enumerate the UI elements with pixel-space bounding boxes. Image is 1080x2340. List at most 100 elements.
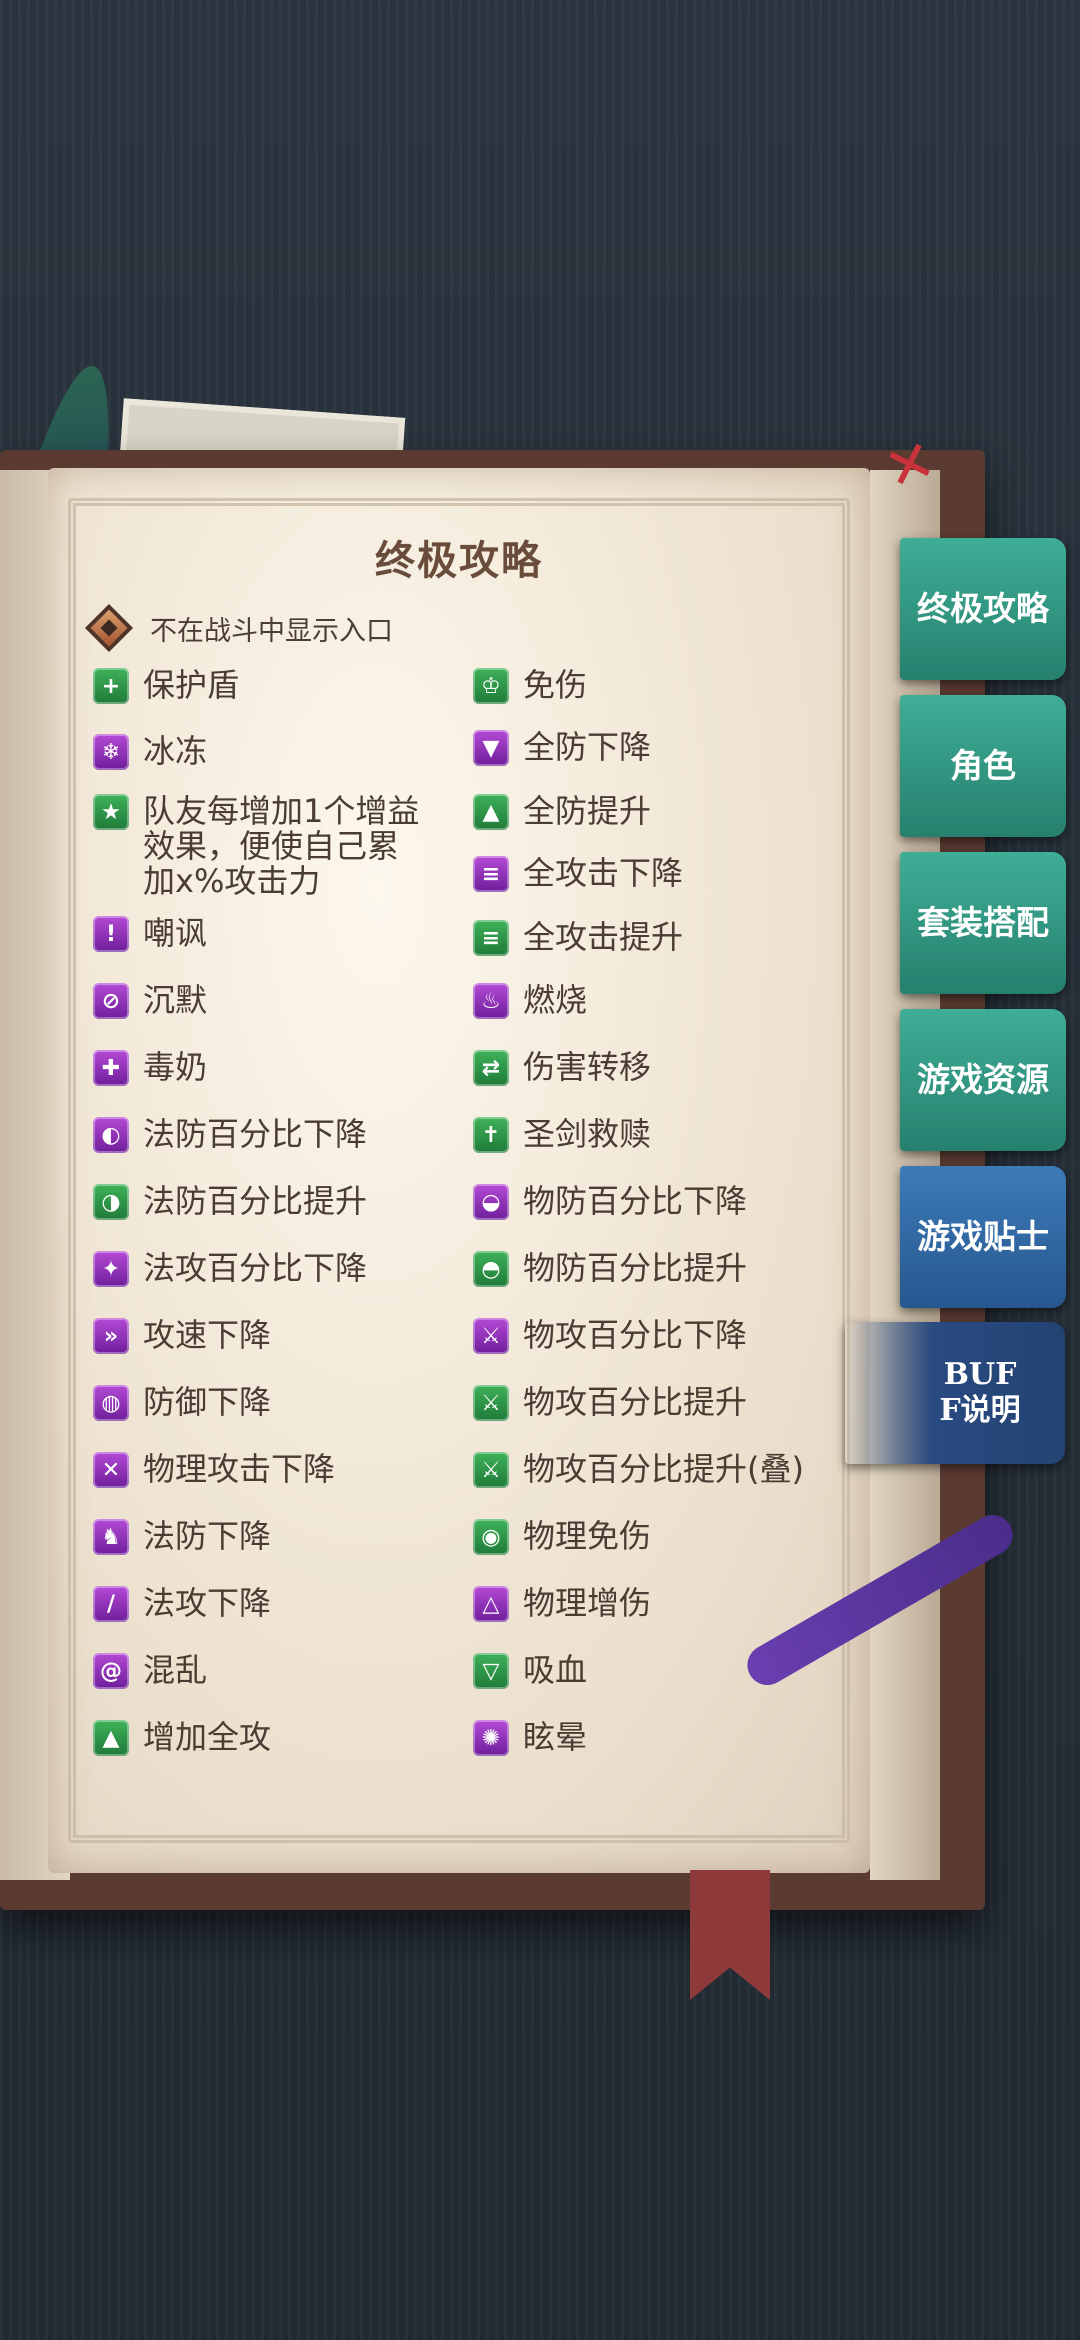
buff-item[interactable]: ★ 队友每增加1个增益效果，便使自己累加x%攻击力 [93,794,423,899]
buff-label: 物攻百分比提升(叠) [523,1450,804,1488]
physical-attack-down-icon: ⚔ [473,1318,509,1354]
buff-item[interactable]: ⚔ 物攻百分比下降 [473,1318,863,1354]
star-sword-icon: ★ [93,794,129,830]
tab-game-resources[interactable]: 游戏资源 [900,1009,1066,1151]
buff-label: 沉默 [143,981,208,1019]
flame-icon: ♨ [473,983,509,1019]
all-attack-down-icon: ≡ [473,856,509,892]
bookmark-ribbon-decoration [690,1870,770,2000]
magic-attack-down-icon: ✦ [93,1251,129,1287]
physical-immune-icon: ◉ [473,1519,509,1555]
hide-entry-toggle[interactable]: 不在战斗中显示入口 [78,598,393,658]
tab-set-combos[interactable]: 套装搭配 [900,852,1066,994]
damage-immune-icon: ♔ [473,668,509,704]
shield-up-icon: ▲ [93,1720,129,1756]
diamond-checkbox-icon[interactable] [84,603,134,653]
buff-item[interactable]: ✦ 法攻百分比下降 [93,1251,423,1287]
buff-item[interactable]: ▲ 增加全攻 [93,1720,423,1756]
buff-item[interactable]: ◑ 法防百分比提升 [93,1184,423,1220]
buff-label: 全攻击提升 [523,918,684,956]
buff-item[interactable]: ≡ 全攻击提升 [473,920,863,956]
buff-item[interactable]: » 攻速下降 [93,1318,423,1354]
magic-staff-icon: / [93,1586,129,1622]
buff-item[interactable]: ◒ 物防百分比下降 [473,1184,863,1220]
buff-item[interactable]: ♞ 法防下降 [93,1519,423,1555]
tab-ultimate-guide[interactable]: 终极攻略 [900,538,1066,680]
buff-label: 法防百分比提升 [143,1182,368,1220]
buff-label: 法防下降 [143,1517,272,1555]
buff-item[interactable]: + 保护盾 [93,668,423,704]
buff-item[interactable]: ⊘ 沉默 [93,983,423,1019]
buff-item[interactable]: ⚔ 物攻百分比提升(叠) [473,1452,883,1488]
crossed-swords-icon: ✕ [93,1452,129,1488]
tab-buff-info-label: BUFF说明 [939,1357,1021,1428]
buff-label: 物理免伤 [523,1517,652,1555]
toggle-label: 不在战斗中显示入口 [150,615,393,647]
buff-item[interactable]: ✝ 圣剑救赎 [473,1117,863,1153]
buff-label: 全防提升 [523,792,652,830]
buff-item[interactable]: ✕ 物理攻击下降 [93,1452,423,1488]
buff-item[interactable]: ✺ 眩晕 [473,1720,863,1756]
tab-buff-info[interactable]: BUFF说明 [845,1322,1065,1464]
buff-label: 混乱 [143,1651,208,1689]
buff-label: 物防百分比提升 [523,1249,748,1287]
all-defense-up-icon: ▲ [473,794,509,830]
vampire-fang-icon: ▽ [473,1653,509,1689]
physical-defense-down-icon: ◒ [473,1184,509,1220]
defense-down-icon: ◍ [93,1385,129,1421]
buff-label: 嘲讽 [143,914,208,952]
buff-item[interactable]: ! 嘲讽 [93,916,423,952]
buff-label: 保护盾 [143,666,240,704]
buff-label: 法攻下降 [143,1584,272,1622]
tab-characters[interactable]: 角色 [900,695,1066,837]
buff-item[interactable]: ♔ 免伤 [473,668,863,704]
buff-label: 冰冻 [143,732,208,770]
physical-attack-stack-icon: ⚔ [473,1452,509,1488]
tab-game-tips[interactable]: 游戏贴士 [900,1166,1066,1308]
magic-defense-up-icon: ◑ [93,1184,129,1220]
all-attack-up-icon: ≡ [473,920,509,956]
buff-item[interactable]: ◍ 防御下降 [93,1385,423,1421]
buff-label: 毒奶 [143,1048,208,1086]
snowflake-icon: ❄ [93,734,129,770]
all-defense-down-icon: ▼ [473,730,509,766]
magic-defense-down-icon: ◐ [93,1117,129,1153]
buff-label: 队友每增加1个增益效果，便使自己累加x%攻击力 [143,792,420,900]
buff-item[interactable]: ▲ 全防提升 [473,794,863,830]
buff-label: 物理增伤 [523,1584,652,1622]
buff-label: 全防下降 [523,728,652,766]
buff-label: 全攻击下降 [523,854,684,892]
buff-label: 法防百分比下降 [143,1115,368,1153]
buff-item[interactable]: ❄ 冰冻 [93,734,423,770]
buff-label: 眩晕 [523,1718,588,1756]
buff-item[interactable]: ✚ 毒奶 [93,1050,423,1086]
buff-label: 物理攻击下降 [143,1450,336,1488]
buff-item[interactable]: ⚔ 物攻百分比提升 [473,1385,863,1421]
buff-item[interactable]: ⇄ 伤害转移 [473,1050,863,1086]
buff-label: 燃烧 [523,981,588,1019]
stun-icon: ✺ [473,1720,509,1756]
buff-item[interactable]: ◓ 物防百分比提升 [473,1251,863,1287]
buff-label: 法攻百分比下降 [143,1249,368,1287]
physical-defense-up-icon: ◓ [473,1251,509,1287]
buff-label: 物防百分比下降 [523,1182,748,1220]
buff-label: 物攻百分比提升 [523,1383,748,1421]
spiral-icon: @ [93,1653,129,1689]
buff-item[interactable]: ≡ 全攻击下降 [473,856,863,892]
buff-item[interactable]: / 法攻下降 [93,1586,423,1622]
buff-item[interactable]: ▼ 全防下降 [473,730,863,766]
silence-icon: ⊘ [93,983,129,1019]
buff-label: 免伤 [523,666,588,704]
buff-label: 伤害转移 [523,1048,652,1086]
buff-item[interactable]: △ 物理增伤 [473,1586,863,1622]
buff-item[interactable]: @ 混乱 [93,1653,423,1689]
physical-attack-up-icon: ⚔ [473,1385,509,1421]
buff-item[interactable]: ◐ 法防百分比下降 [93,1117,423,1153]
buff-label: 防御下降 [143,1383,272,1421]
taunt-icon: ! [93,916,129,952]
magic-defense-icon: ♞ [93,1519,129,1555]
buff-label: 吸血 [523,1651,588,1689]
buff-item[interactable]: ♨ 燃烧 [473,983,863,1019]
buff-item[interactable]: ◉ 物理免伤 [473,1519,863,1555]
buff-label: 增加全攻 [143,1718,272,1756]
